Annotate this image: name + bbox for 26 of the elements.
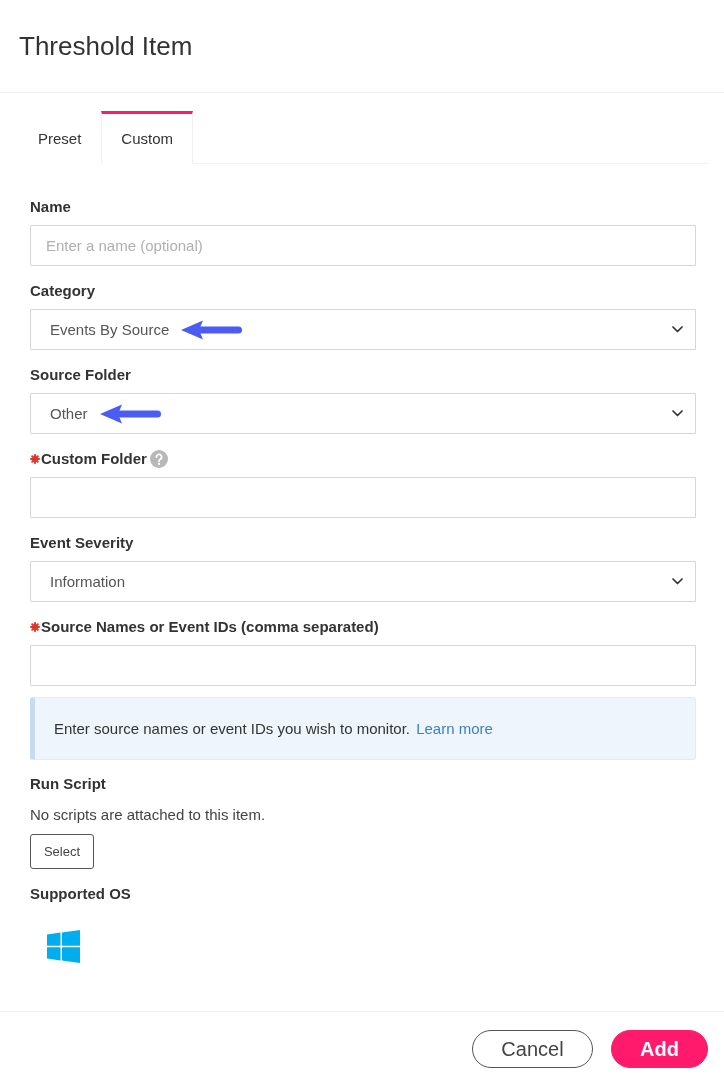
chevron-down-icon [672,326,683,333]
dropdown-select[interactable]: Events By Source [30,309,696,350]
chevron-down-icon [672,410,683,417]
info-text: Enter source names or event IDs you wish to monitor. Learn more [54,718,493,739]
field-label: Name [30,197,71,217]
field-label: Custom Folder [41,449,147,469]
add-button[interactable]: Add [611,1030,708,1068]
field-label: Run Script [30,774,106,794]
field-label: Category [30,281,96,301]
dropdown-select[interactable]: Other [30,393,696,434]
text-input[interactable]: Enter a name (optional) [30,225,696,266]
field-label: Event Severity [30,533,134,553]
windows-logo-icon [47,930,80,963]
text-input[interactable] [30,477,696,518]
field-label: Source Names or Event IDs (comma separated) [41,617,379,637]
cancel-button[interactable]: Cancel [472,1030,593,1068]
field-label: Supported OS [30,884,131,904]
field-label: Source Folder [30,365,131,385]
tab[interactable]: Custom [101,111,194,164]
chevron-down-icon [672,578,683,585]
text-input[interactable] [30,645,696,686]
no-scripts-text: No scripts are attached to this item. [30,805,266,825]
learn-more-link[interactable]: Learn more [416,719,493,737]
dropdown-select[interactable]: Information [30,561,696,602]
dialog-title: Threshold Item [19,30,193,62]
select-button[interactable]: Select [30,834,94,869]
